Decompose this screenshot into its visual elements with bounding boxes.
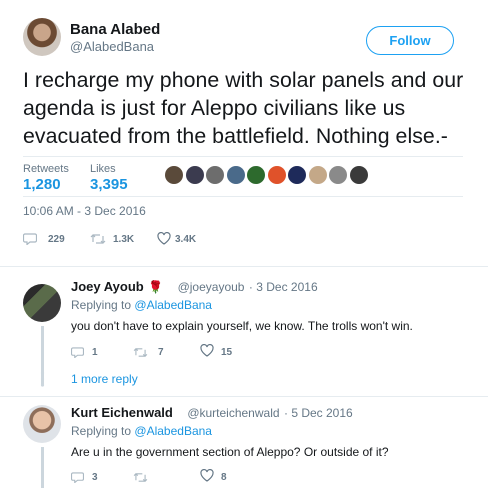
reply-count: 229 [48,234,65,245]
more-replies-dots-icon [37,371,48,387]
thread-line [41,447,44,488]
retweet-icon[interactable] [133,470,148,482]
liker-avatar[interactable] [267,166,286,184]
author-name[interactable]: Bana Alabed [70,21,160,38]
liker-avatar[interactable] [288,166,306,184]
author-avatar[interactable] [23,18,61,56]
replying-prefix: Replying to [71,424,132,438]
liker-avatar[interactable] [247,166,265,184]
divider [0,266,488,267]
heart-icon[interactable] [200,468,214,482]
reply-header: Joey Ayoub 🌹 @joeyayoub · 3 Dec 2016 [71,278,318,296]
reply-count: 1 [92,347,98,358]
liker-avatar[interactable] [308,166,327,184]
retweet-icon[interactable] [90,232,106,244]
retweets-count[interactable]: 1,280 [23,176,61,193]
heart-icon[interactable] [157,231,171,245]
divider [23,156,463,157]
reply-author-handle[interactable]: @joeyayoub [178,280,245,294]
heart-icon[interactable] [200,343,214,357]
rose-emoji: 🌹 [148,280,164,294]
reply-icon[interactable] [22,232,38,246]
replying-to: Replying to @AlabedBana [71,298,212,312]
reply-date[interactable]: · 5 Dec 2016 [284,406,353,420]
liker-avatar[interactable] [329,166,347,184]
liker-avatar[interactable] [185,166,204,184]
replying-to-handle[interactable]: @AlabedBana [134,298,212,312]
replying-to: Replying to @AlabedBana [71,424,212,438]
replying-prefix: Replying to [71,298,132,312]
reply-text: you don't have to explain yourself, we k… [71,319,413,333]
reply-icon[interactable] [70,470,85,484]
liker-avatar[interactable] [165,166,183,184]
retweet-count: 1.3K [113,234,135,245]
likes-label: Likes [90,163,116,175]
reply-avatar[interactable] [23,405,61,443]
reply-header: Kurt Eichenwald @kurteichenwald · 5 Dec … [71,404,353,422]
reply-date[interactable]: · 3 Dec 2016 [249,280,318,294]
divider [23,196,463,197]
reply-count: 3 [92,472,98,483]
reply-icon[interactable] [70,345,85,359]
reply-author-name[interactable]: Kurt Eichenwald [71,405,173,420]
liker-avatar[interactable] [349,166,368,184]
like-count: 8 [221,472,227,483]
retweet-icon[interactable] [133,345,148,357]
tweet-text: I recharge my phone with solar panels an… [23,68,464,148]
liker-avatar[interactable] [226,166,245,184]
reply-avatar[interactable] [23,284,61,322]
liker-avatar[interactable] [206,166,224,184]
reply-author-name[interactable]: Joey Ayoub [71,279,144,294]
retweets-label: Retweets [23,163,69,175]
like-count: 15 [221,347,233,358]
replying-to-handle[interactable]: @AlabedBana [134,424,212,438]
like-count: 3.4K [175,234,197,245]
follow-button[interactable]: Follow [366,26,454,55]
retweet-count: 7 [158,347,164,358]
tweet-timestamp[interactable]: 10:06 AM - 3 Dec 2016 [23,204,146,218]
more-replies-link[interactable]: 1 more reply [71,372,138,386]
likes-count[interactable]: 3,395 [90,176,128,193]
reply-author-handle[interactable]: @kurteichenwald [187,406,279,420]
author-handle[interactable]: @AlabedBana [70,39,154,54]
reply-text: Are u in the government section of Alepp… [71,445,389,459]
divider [0,396,488,397]
